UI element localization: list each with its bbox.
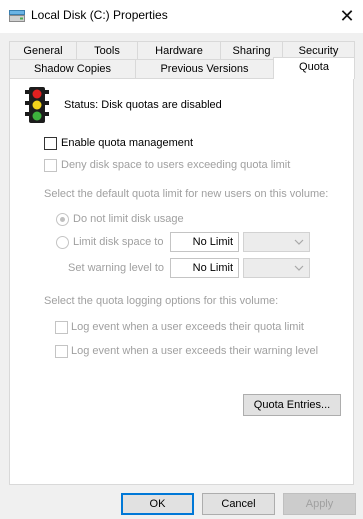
warning-unit-dropdown[interactable]: [243, 258, 310, 278]
limit-unit-dropdown[interactable]: [243, 232, 310, 252]
log-limit-checkbox[interactable]: [55, 321, 68, 334]
log-warning-checkbox[interactable]: [55, 345, 68, 358]
quota-entries-button[interactable]: Quota Entries...: [243, 394, 341, 416]
apply-button[interactable]: Apply: [283, 493, 356, 515]
quota-status-text: Status: Disk quotas are disabled: [64, 99, 222, 111]
cancel-button[interactable]: Cancel: [202, 493, 275, 515]
limit-disk-radio-label[interactable]: Limit disk space to: [73, 236, 163, 248]
no-limit-radio[interactable]: [56, 213, 69, 226]
traffic-light-icon: [24, 87, 50, 123]
warning-value-field[interactable]: No Limit: [170, 258, 239, 278]
deny-space-checkbox[interactable]: [44, 159, 57, 172]
log-warning-label[interactable]: Log event when a user exceeds their warn…: [71, 345, 318, 357]
no-limit-radio-label[interactable]: Do not limit disk usage: [73, 213, 184, 225]
chevron-down-icon: [294, 239, 304, 245]
panel-content: Status: Disk quotas are disabled Enable …: [0, 0, 363, 519]
default-limit-heading: Select the default quota limit for new u…: [44, 188, 329, 200]
log-limit-label[interactable]: Log event when a user exceeds their quot…: [71, 321, 304, 333]
chevron-down-icon: [294, 265, 304, 271]
enable-quota-label[interactable]: Enable quota management: [61, 137, 193, 149]
ok-button[interactable]: OK: [121, 493, 194, 515]
logging-heading: Select the quota logging options for thi…: [44, 295, 279, 307]
limit-value-field[interactable]: No Limit: [170, 232, 239, 252]
enable-quota-checkbox[interactable]: [44, 137, 57, 150]
limit-disk-radio[interactable]: [56, 236, 69, 249]
warning-level-label: Set warning level to: [68, 262, 164, 274]
deny-space-label[interactable]: Deny disk space to users exceeding quota…: [61, 159, 290, 171]
